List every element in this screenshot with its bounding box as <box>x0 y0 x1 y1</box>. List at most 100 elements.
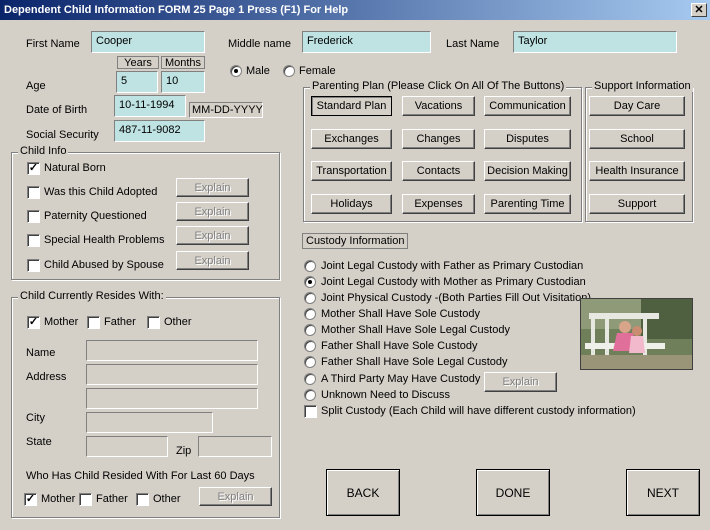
dob-field[interactable]: 10-11-1994 <box>114 95 186 117</box>
age-label: Age <box>26 80 46 92</box>
next-button[interactable]: NEXT <box>626 469 700 516</box>
resides-zip-label: Zip <box>176 445 192 457</box>
last60-father-checkbox[interactable] <box>79 493 92 506</box>
support-button[interactable]: Support <box>589 194 685 214</box>
custody-option-label-8: Unknown Need to Discuss <box>321 389 451 401</box>
abused-explain-button[interactable]: Explain <box>176 251 249 270</box>
health-label: Special Health Problems <box>44 234 165 246</box>
day-care-button[interactable]: Day Care <box>589 96 685 116</box>
last60-mother-checkbox[interactable]: ✓ <box>24 493 37 506</box>
custody-option-label-6: Father Shall Have Sole Legal Custody <box>321 356 508 368</box>
natural-born-label: Natural Born <box>44 162 106 174</box>
changes-button[interactable]: Changes <box>402 129 475 149</box>
custody-option-label-7: A Third Party May Have Custody <box>321 373 481 385</box>
male-radio[interactable] <box>230 65 242 77</box>
paternity-label: Paternity Questioned <box>44 210 147 222</box>
last60-explain-button[interactable]: Explain <box>199 487 272 506</box>
resides-zip-field[interactable] <box>198 436 272 457</box>
resides-city-label: City <box>26 412 45 424</box>
custody-option-label-1: Joint Legal Custody with Mother as Prima… <box>321 276 586 288</box>
last60-other-label: Other <box>153 493 181 505</box>
custody-option-label-4: Mother Shall Have Sole Legal Custody <box>321 324 510 336</box>
expenses-button[interactable]: Expenses <box>402 194 475 214</box>
health-explain-button[interactable]: Explain <box>176 226 249 245</box>
resides-father-checkbox[interactable] <box>87 316 100 329</box>
health-insurance-button[interactable]: Health Insurance <box>589 161 685 181</box>
custody-option-radio-3[interactable] <box>304 308 316 320</box>
adopted-checkbox[interactable] <box>27 186 40 199</box>
decision-making-button[interactable]: Decision Making <box>484 161 571 181</box>
paternity-explain-button[interactable]: Explain <box>176 202 249 221</box>
last-name-field[interactable]: Taylor <box>513 31 677 53</box>
custody-option-radio-6[interactable] <box>304 356 316 368</box>
child-photo <box>580 298 693 370</box>
ssn-field[interactable]: 487-11-9082 <box>114 120 205 142</box>
last60-father-label: Father <box>96 493 128 505</box>
holidays-button[interactable]: Holidays <box>311 194 392 214</box>
resides-mother-checkbox[interactable]: ✓ <box>27 316 40 329</box>
contacts-button[interactable]: Contacts <box>402 161 475 181</box>
resides-address-label: Address <box>26 371 67 383</box>
resides-address2-field[interactable] <box>86 388 258 409</box>
last60-other-checkbox[interactable] <box>136 493 149 506</box>
custody-option-radio-2[interactable] <box>304 292 316 304</box>
close-icon[interactable]: ✕ <box>691 3 707 17</box>
third-party-explain-button[interactable]: Explain <box>484 372 557 392</box>
paternity-checkbox[interactable] <box>27 210 40 223</box>
custody-option-radio-7[interactable] <box>304 373 316 385</box>
resides-name-field[interactable] <box>86 340 258 361</box>
communication-button[interactable]: Communication <box>484 96 571 116</box>
custody-option-label-0: Joint Legal Custody with Father as Prima… <box>321 260 584 272</box>
abused-label: Child Abused by Spouse <box>44 259 164 271</box>
resides-with-title: Child Currently Resides With: <box>18 290 166 302</box>
split-custody-label: Split Custody (Each Child will have diff… <box>321 405 636 417</box>
female-radio[interactable] <box>283 65 295 77</box>
adopted-explain-button[interactable]: Explain <box>176 178 249 197</box>
resides-address-field[interactable] <box>86 364 258 385</box>
child-info-title: Child Info <box>18 145 69 157</box>
resides-state-field[interactable] <box>86 436 168 457</box>
custody-option-radio-5[interactable] <box>304 340 316 352</box>
split-custody-checkbox[interactable] <box>304 405 317 418</box>
school-button[interactable]: School <box>589 129 685 149</box>
male-label: Male <box>246 65 270 77</box>
window-title-bar: Dependent Child Information FORM 25 Page… <box>0 0 710 20</box>
abused-checkbox[interactable] <box>27 259 40 272</box>
resides-other-checkbox[interactable] <box>147 316 160 329</box>
age-years-field[interactable]: 5 <box>116 71 158 93</box>
exchanges-button[interactable]: Exchanges <box>311 129 392 149</box>
custody-option-radio-8[interactable] <box>304 389 316 401</box>
first-name-label: First Name <box>26 38 80 50</box>
support-info-title: Support Information <box>592 80 693 92</box>
months-header: Months <box>161 56 205 69</box>
resides-state-label: State <box>26 436 52 448</box>
parenting-time-button[interactable]: Parenting Time <box>484 194 571 214</box>
custody-option-radio-4[interactable] <box>304 324 316 336</box>
ssn-label: Social Security <box>26 129 99 141</box>
resides-mother-label: Mother <box>44 316 79 328</box>
resides-city-field[interactable] <box>86 412 213 433</box>
adopted-label: Was this Child Adopted <box>44 186 158 198</box>
middle-name-label: Middle name <box>228 38 291 50</box>
last60-mother-label: Mother <box>41 493 76 505</box>
natural-born-checkbox[interactable]: ✓ <box>27 162 40 175</box>
age-months-field[interactable]: 10 <box>161 71 205 93</box>
parenting-plan-title: Parenting Plan (Please Click On All Of T… <box>310 80 567 92</box>
custody-option-radio-1[interactable] <box>304 276 316 288</box>
years-header: Years <box>117 56 159 69</box>
health-checkbox[interactable] <box>27 234 40 247</box>
last-name-label: Last Name <box>446 38 500 50</box>
standard-plan-button[interactable]: Standard Plan <box>311 96 392 116</box>
done-button[interactable]: DONE <box>476 469 550 516</box>
middle-name-field[interactable]: Frederick <box>302 31 431 53</box>
custody-info-title: Custody Information <box>302 233 409 249</box>
transportation-button[interactable]: Transportation <box>311 161 392 181</box>
window-title: Dependent Child Information FORM 25 Page… <box>4 4 349 16</box>
custody-option-radio-0[interactable] <box>304 260 316 272</box>
last60-label: Who Has Child Resided With For Last 60 D… <box>26 470 255 482</box>
first-name-field[interactable]: Cooper <box>91 31 205 53</box>
child-photo-image <box>581 299 692 369</box>
back-button[interactable]: BACK <box>326 469 400 516</box>
vacations-button[interactable]: Vacations <box>402 96 475 116</box>
disputes-button[interactable]: Disputes <box>484 129 571 149</box>
